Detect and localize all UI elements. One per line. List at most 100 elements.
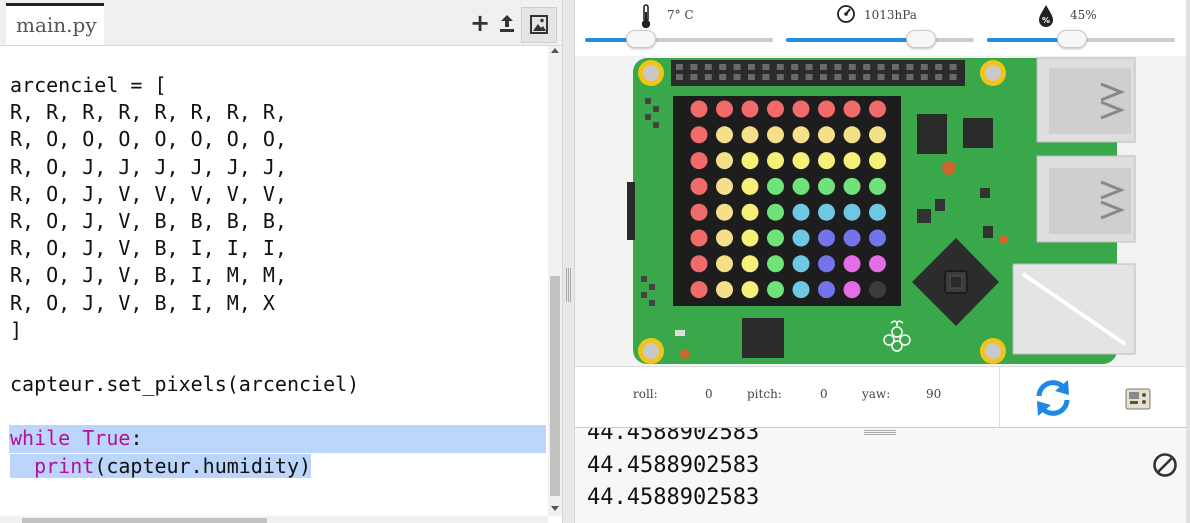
editor-hscroll-thumb[interactable] (22, 518, 267, 523)
upload-icon[interactable] (494, 10, 520, 36)
pane-splitter[interactable] (562, 0, 575, 523)
console-output[interactable]: 44.4588902583 44.4588902583 44.458890258… (575, 428, 1186, 523)
led-pixel (818, 100, 835, 118)
led-pixel (767, 126, 784, 144)
usb-port-top (1036, 57, 1136, 143)
code-line: R, O, J, J, J, J, J, J, (10, 154, 287, 179)
led-pixel (869, 203, 886, 221)
led-pixel (869, 126, 886, 144)
led-pixel (741, 100, 759, 118)
led-pixel (716, 281, 733, 299)
editor-vertical-scrollbar[interactable] (548, 46, 562, 516)
chip (742, 318, 784, 358)
editor-scroll-thumb[interactable] (550, 276, 560, 496)
code-line: capteur.set_pixels(arcenciel) (10, 372, 360, 397)
led-pixel (690, 177, 708, 195)
led-pixel (818, 281, 835, 299)
led-pixel (843, 177, 861, 195)
led-pixel (767, 100, 784, 118)
pitch-label: pitch: (747, 387, 782, 401)
led-pixel (690, 126, 708, 144)
temperature-slider-knob[interactable] (626, 30, 657, 48)
led-pixel (767, 229, 784, 247)
led-pixel (818, 229, 835, 247)
led-pixel (767, 152, 784, 170)
code-line: R, O, J, V, B, I, M, M, (10, 263, 287, 288)
led-pixel (869, 177, 886, 195)
led-pixel (690, 152, 708, 170)
led-pixel (690, 229, 708, 247)
emulator-scrollbar[interactable] (1186, 0, 1190, 523)
led-pixel (716, 203, 733, 221)
yaw-value: 90 (926, 387, 942, 401)
led-pixel (767, 255, 784, 273)
led-pixel (818, 177, 835, 195)
led-pixel (716, 229, 733, 247)
led-pixel (767, 203, 784, 221)
thermometer-icon (641, 4, 651, 29)
humidity-sensor: % 45% (987, 0, 1177, 52)
led-pixel (869, 281, 886, 299)
clear-output-icon[interactable] (1152, 452, 1178, 478)
refresh-icon[interactable] (1031, 376, 1075, 420)
led-pixel (767, 281, 784, 299)
divider (999, 367, 1000, 427)
led-pixel (716, 100, 733, 118)
led-pixel (741, 281, 759, 299)
code-line: R, O, J, V, B, I, I, I, (10, 236, 287, 261)
led-pixel (843, 203, 861, 221)
code-line: R, R, R, R, R, R, R, R, (10, 100, 287, 125)
led-pixel (792, 203, 810, 221)
code-editor[interactable]: arcenciel = [ R, R, R, R, R, R, R, R, R,… (0, 72, 548, 480)
code-line: arcenciel = [ (10, 73, 167, 97)
code-line: R, O, J, V, B, I, M, X (10, 290, 275, 315)
temperature-value: 7° C (667, 8, 694, 22)
temperature-sensor: 7° C (585, 0, 775, 52)
led-pixel (716, 177, 733, 195)
gauge-icon (837, 5, 855, 23)
roll-value: 0 (705, 387, 713, 401)
code-line: R, O, J, V, B, B, B, B, (10, 208, 287, 233)
led-pixel (818, 152, 835, 170)
svg-text:%: % (1042, 16, 1050, 25)
file-tab-main[interactable]: main.py (6, 3, 104, 45)
led-pixel (818, 203, 835, 221)
led-pixel (843, 281, 861, 299)
sense-hat-board (627, 57, 1136, 364)
led-pixel (767, 177, 784, 195)
scroll-down-arrow-icon[interactable] (551, 506, 559, 511)
image-icon[interactable] (521, 7, 557, 43)
console-resize-grip[interactable] (864, 430, 896, 435)
humidity-slider[interactable] (987, 30, 1175, 48)
pressure-slider[interactable] (786, 30, 974, 48)
pressure-slider-knob[interactable] (906, 30, 937, 48)
temperature-slider[interactable] (585, 30, 773, 48)
plus-icon[interactable]: + (467, 10, 493, 36)
editor-horizontal-scrollbar[interactable] (0, 516, 548, 523)
led-pixel (843, 152, 861, 170)
led-pixel (716, 152, 733, 170)
usb-port-bottom (1036, 155, 1136, 243)
pressure-sensor: 1013hPa (786, 0, 976, 52)
humidity-value: 45% (1070, 8, 1097, 22)
led-pixel (869, 229, 886, 247)
led-pixel (792, 100, 810, 118)
gamepad-icon[interactable] (1124, 386, 1152, 412)
humidity-slider-knob[interactable] (1056, 30, 1087, 48)
gpio-header (671, 60, 965, 86)
scroll-up-arrow-icon[interactable] (551, 48, 559, 53)
led-pixel (690, 203, 708, 221)
splitter-grip[interactable] (566, 268, 571, 302)
led-pixel (741, 229, 759, 247)
led-pixel (843, 100, 861, 118)
console-line: 44.4588902583 (587, 485, 760, 510)
code-line: R, O, J, V, V, V, V, V, (10, 181, 287, 206)
led-pixel (792, 177, 810, 195)
sense-hat-board-area (575, 56, 1186, 366)
led-pixel (741, 152, 759, 170)
code-line-print: print(capteur.humidity) (0, 453, 548, 480)
code-line-while: while True: (0, 425, 548, 453)
led-pixel (741, 177, 759, 195)
led-pixel (792, 255, 810, 273)
